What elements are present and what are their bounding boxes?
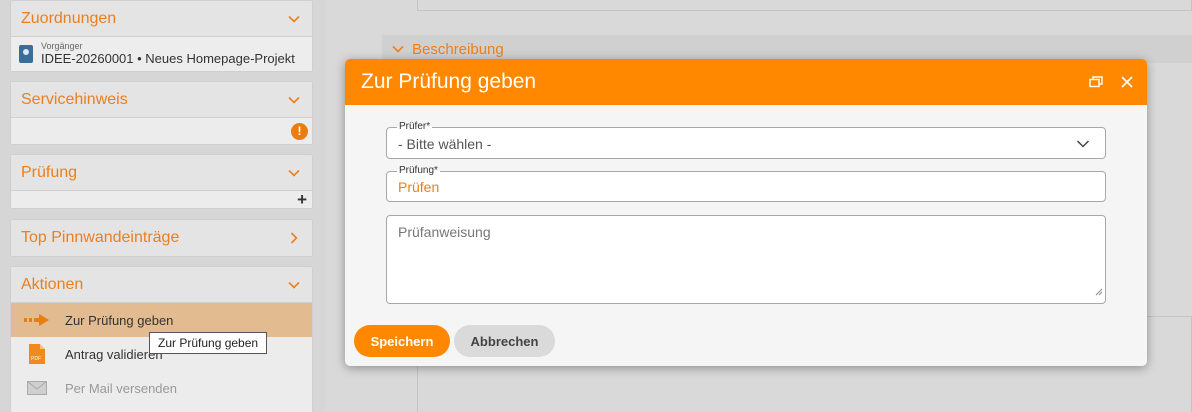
chevron-down-icon[interactable] [286,11,302,27]
review-type-label: Prüfung* [397,165,440,176]
action-label: Antrag validieren [65,346,163,362]
chevron-right-icon[interactable] [286,230,302,246]
cancel-button[interactable]: Abbrechen [454,325,555,357]
action-label: Per Mail versenden [65,380,177,396]
chevron-down-icon [1075,136,1091,157]
tooltip: Zur Prüfung geben [149,332,268,354]
restore-window-icon[interactable] [1089,76,1103,88]
panel-service-header[interactable]: Servicehinweis [11,82,312,118]
action-send-mail[interactable]: Per Mail versenden [11,371,312,405]
panel-actions-title: Aktionen [21,275,84,293]
panel-review-title: Prüfung [21,163,78,181]
arrow-right-icon [23,310,51,330]
dialog-title: Zur Prüfung geben [361,70,537,93]
action-label: Zur Prüfung geben [65,312,174,328]
predecessor-value: IDEE-20260001 • Neues Homepage-Projekt [41,51,295,66]
panel-service-title: Servicehinweis [21,90,128,108]
alert-icon[interactable]: ! [291,123,308,140]
close-icon[interactable] [1121,76,1133,88]
reviewer-label: Prüfer* [397,121,433,132]
review-strip: + [11,190,312,210]
service-strip: ! [11,118,312,144]
panel-assignments-title: Zuordnungen [21,9,117,27]
predecessor-link[interactable]: Vorgänger IDEE-20260001 • Neues Homepage… [11,37,312,71]
section-description-title: Beschreibung [412,40,504,58]
review-type-field[interactable]: Prüfung* Prüfen [386,165,1106,202]
panel-pinboard-header[interactable]: Top Pinnwandeinträge [11,220,312,256]
dialog-header: Zur Prüfung geben [345,59,1147,105]
content-box [417,0,1192,11]
chevron-down-icon[interactable] [286,165,302,181]
review-dialog: Zur Prüfung geben Prüfer* - Bitte wählen… [345,59,1147,366]
panel-service-notice: Servicehinweis ! [10,81,313,145]
panel-review-header[interactable]: Prüfung [11,155,312,191]
review-type-value: Prüfen [398,179,440,195]
svg-text:PDF: PDF [31,356,41,362]
panel-assignments: Zuordnungen Vorgänger IDEE-20260001 • Ne… [10,0,313,72]
pdf-icon: PDF [23,344,51,364]
save-button[interactable]: Speichern [354,325,450,357]
resize-handle-icon[interactable] [1095,283,1103,301]
instruction-placeholder: Prüfanweisung [398,224,491,240]
predecessor-label: Vorgänger [41,41,83,51]
panel-pinboard-title: Top Pinnwandeinträge [21,229,180,246]
reviewer-value: - Bitte wählen - [398,136,492,152]
chevron-down-icon [390,41,406,57]
instruction-textarea[interactable]: Prüfanweisung [386,215,1106,304]
panel-review: Prüfung + [10,154,313,209]
panel-assignments-header[interactable]: Zuordnungen [11,1,312,37]
panel-pinboard: Top Pinnwandeinträge [10,219,313,257]
idea-document-icon [19,45,33,63]
chevron-down-icon[interactable] [286,277,302,293]
chevron-down-icon[interactable] [286,92,302,108]
add-icon[interactable]: + [297,190,307,210]
mail-icon [23,378,51,398]
panel-actions-header[interactable]: Aktionen [11,267,312,303]
reviewer-select[interactable]: Prüfer* - Bitte wählen - [386,121,1106,159]
